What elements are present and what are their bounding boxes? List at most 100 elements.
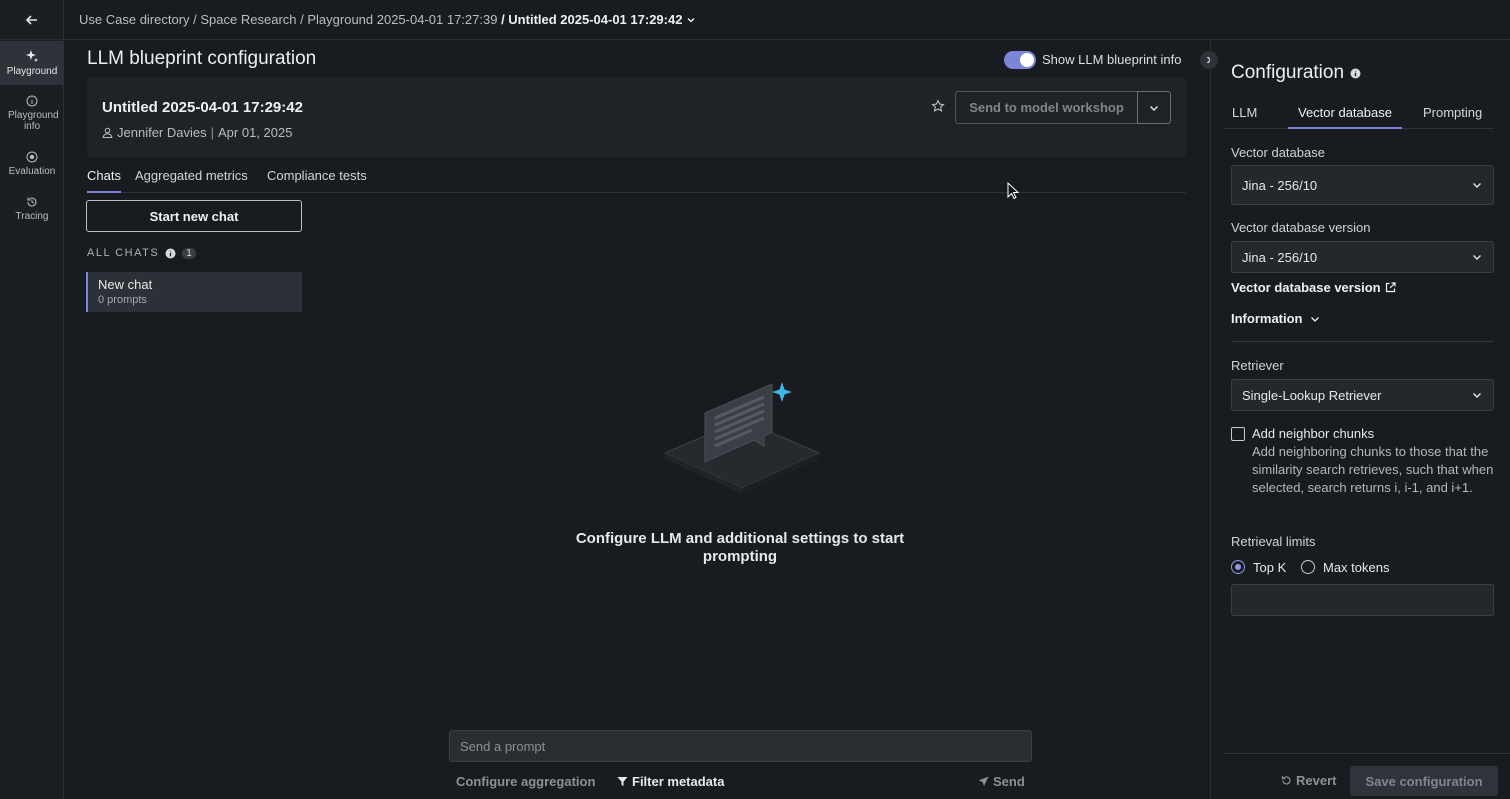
all-chats-header: ALL CHATS 1	[87, 247, 196, 259]
all-chats-label: ALL CHATS	[87, 247, 160, 259]
vector-db-version-value: Jina - 256/10	[1242, 249, 1318, 265]
blueprint-date: Apr 01, 2025	[218, 125, 293, 140]
blueprint-name: Untitled 2025-04-01 17:29:42	[102, 99, 303, 116]
information-label: Information	[1231, 311, 1303, 326]
configuration-title-text: Configuration	[1231, 62, 1345, 83]
chat-illustration	[663, 382, 821, 494]
history-icon	[27, 197, 37, 207]
filter-icon	[617, 777, 628, 786]
neighbor-chunks-title: Add neighbor chunks	[1252, 426, 1375, 441]
breadcrumb-separator: /	[296, 12, 308, 27]
add-neighbor-chunks-checkbox[interactable]	[1231, 427, 1245, 441]
chat-list-item[interactable]: New chat 0 prompts	[86, 272, 302, 312]
external-link-icon	[1385, 282, 1396, 293]
chevron-down-icon	[1150, 105, 1158, 111]
tab-chats[interactable]: Chats	[87, 166, 121, 193]
prompt-input[interactable]: Send a prompt	[449, 730, 1032, 762]
breadcrumb-current[interactable]: Untitled 2025-04-01 17:29:42	[508, 12, 682, 27]
vector-db-label: Vector database	[1231, 145, 1325, 160]
breadcrumb-separator: /	[497, 12, 509, 27]
send-to-model-workshop-button[interactable]: Send to model workshop	[955, 91, 1138, 124]
vector-db-version-link-text: Vector database version	[1231, 280, 1381, 295]
meta-separator: |	[210, 125, 214, 140]
revert-icon	[1281, 776, 1291, 785]
info-icon	[26, 95, 38, 107]
tab-llm[interactable]: LLM	[1232, 100, 1257, 129]
send-label: Send	[993, 774, 1025, 789]
rail-item-tracing[interactable]: Tracing	[0, 196, 64, 226]
breadcrumb-item[interactable]: Playground 2025-04-01 17:27:39	[307, 12, 497, 27]
information-toggle[interactable]: Information	[1231, 311, 1321, 326]
arrow-left-icon	[25, 14, 37, 25]
breadcrumb-item[interactable]: Use Case directory	[79, 12, 190, 27]
favorite-star-icon[interactable]	[931, 99, 945, 116]
chat-count-badge: 1	[182, 247, 196, 259]
main-tabs: Chats Aggregated metrics Compliance test…	[87, 166, 1186, 193]
chevron-down-icon	[1473, 393, 1481, 398]
retriever-label: Retriever	[1231, 358, 1284, 373]
page-title: LLM blueprint configuration	[87, 48, 317, 69]
chat-prompt-count: 0 prompts	[98, 294, 147, 306]
neighbor-chunks-description: Add neighboring chunks to those that the…	[1252, 444, 1494, 495]
target-icon	[26, 151, 38, 163]
vector-db-version-label: Vector database version	[1231, 220, 1371, 235]
tab-compliance-tests[interactable]: Compliance tests	[267, 166, 367, 193]
sparkle-icon	[26, 50, 38, 62]
chevron-down-icon	[1310, 316, 1319, 322]
radio-top-k-label: Top K	[1253, 560, 1287, 575]
retriever-select[interactable]: Single-Lookup Retriever	[1231, 379, 1494, 411]
rail-item-label: Evaluation	[8, 166, 56, 177]
retrieval-limits-label: Retrieval limits	[1231, 534, 1316, 549]
vector-db-version-select[interactable]: Jina - 256/10	[1231, 241, 1494, 273]
filter-metadata-button[interactable]: Filter metadata	[617, 774, 724, 789]
rail-item-playground[interactable]: Playground	[0, 41, 64, 85]
footer-divider	[1224, 753, 1510, 754]
toggle-label: Show LLM blueprint info	[1042, 52, 1182, 67]
blueprint-author: Jennifer Davies	[117, 125, 207, 140]
rail-item-label: Tracing	[15, 211, 49, 222]
breadcrumb: Use Case directory / Space Research / Pl…	[64, 0, 1510, 40]
breadcrumb-item[interactable]: Space Research	[200, 12, 296, 27]
retriever-value: Single-Lookup Retriever	[1242, 387, 1382, 403]
info-icon[interactable]	[1350, 68, 1361, 79]
configuration-title: Configuration	[1231, 62, 1361, 84]
chevron-down-icon	[1473, 255, 1481, 260]
revert-label: Revert	[1296, 773, 1337, 788]
radio-max-tokens[interactable]	[1301, 560, 1315, 574]
chat-name: New chat	[98, 277, 153, 292]
chevron-down-icon[interactable]	[685, 14, 697, 26]
vector-db-value: Jina - 256/10	[1242, 177, 1318, 193]
user-icon	[102, 127, 113, 138]
vector-db-version-link[interactable]: Vector database version	[1231, 280, 1396, 295]
save-configuration-button[interactable]: Save configuration	[1350, 766, 1498, 796]
rail-item-evaluation[interactable]: Evaluation	[0, 151, 64, 181]
start-new-chat-button[interactable]: Start new chat	[86, 200, 302, 232]
tab-prompting[interactable]: Prompting	[1423, 100, 1482, 129]
mouse-cursor-icon	[1007, 182, 1019, 200]
rail-item-label: Playground	[6, 66, 58, 77]
blueprint-meta: Jennifer Davies | Apr 01, 2025	[102, 125, 292, 140]
send-options-dropdown[interactable]	[1137, 91, 1171, 124]
radio-max-tokens-label: Max tokens	[1323, 560, 1390, 575]
back-button[interactable]	[0, 0, 64, 40]
tab-vector-database[interactable]: Vector database	[1288, 100, 1402, 129]
configure-aggregation-button[interactable]: Configure aggregation	[456, 774, 595, 789]
config-tabs: LLM Vector database Prompting	[1224, 100, 1494, 129]
divider	[1231, 341, 1494, 342]
filter-metadata-label: Filter metadata	[632, 774, 725, 789]
info-icon[interactable]	[165, 248, 176, 259]
sparkle-icon	[772, 382, 792, 402]
rail-item-label: Playground info	[8, 110, 59, 132]
tab-aggregated-metrics[interactable]: Aggregated metrics	[135, 166, 248, 193]
radio-top-k[interactable]	[1231, 560, 1245, 574]
vector-db-select[interactable]: Jina - 256/10	[1231, 165, 1494, 205]
empty-state-message: Configure LLM and additional settings to…	[575, 530, 905, 565]
breadcrumb-separator: /	[189, 12, 201, 27]
revert-button[interactable]: Revert	[1281, 773, 1336, 788]
send-button[interactable]: Send	[978, 774, 1025, 789]
blueprint-info-toggle[interactable]	[1004, 51, 1036, 69]
chevron-down-icon	[1473, 183, 1481, 188]
rail-item-playground-info[interactable]: Playground info	[0, 95, 64, 135]
send-icon	[978, 776, 989, 786]
retrieval-limit-input[interactable]	[1231, 584, 1494, 616]
